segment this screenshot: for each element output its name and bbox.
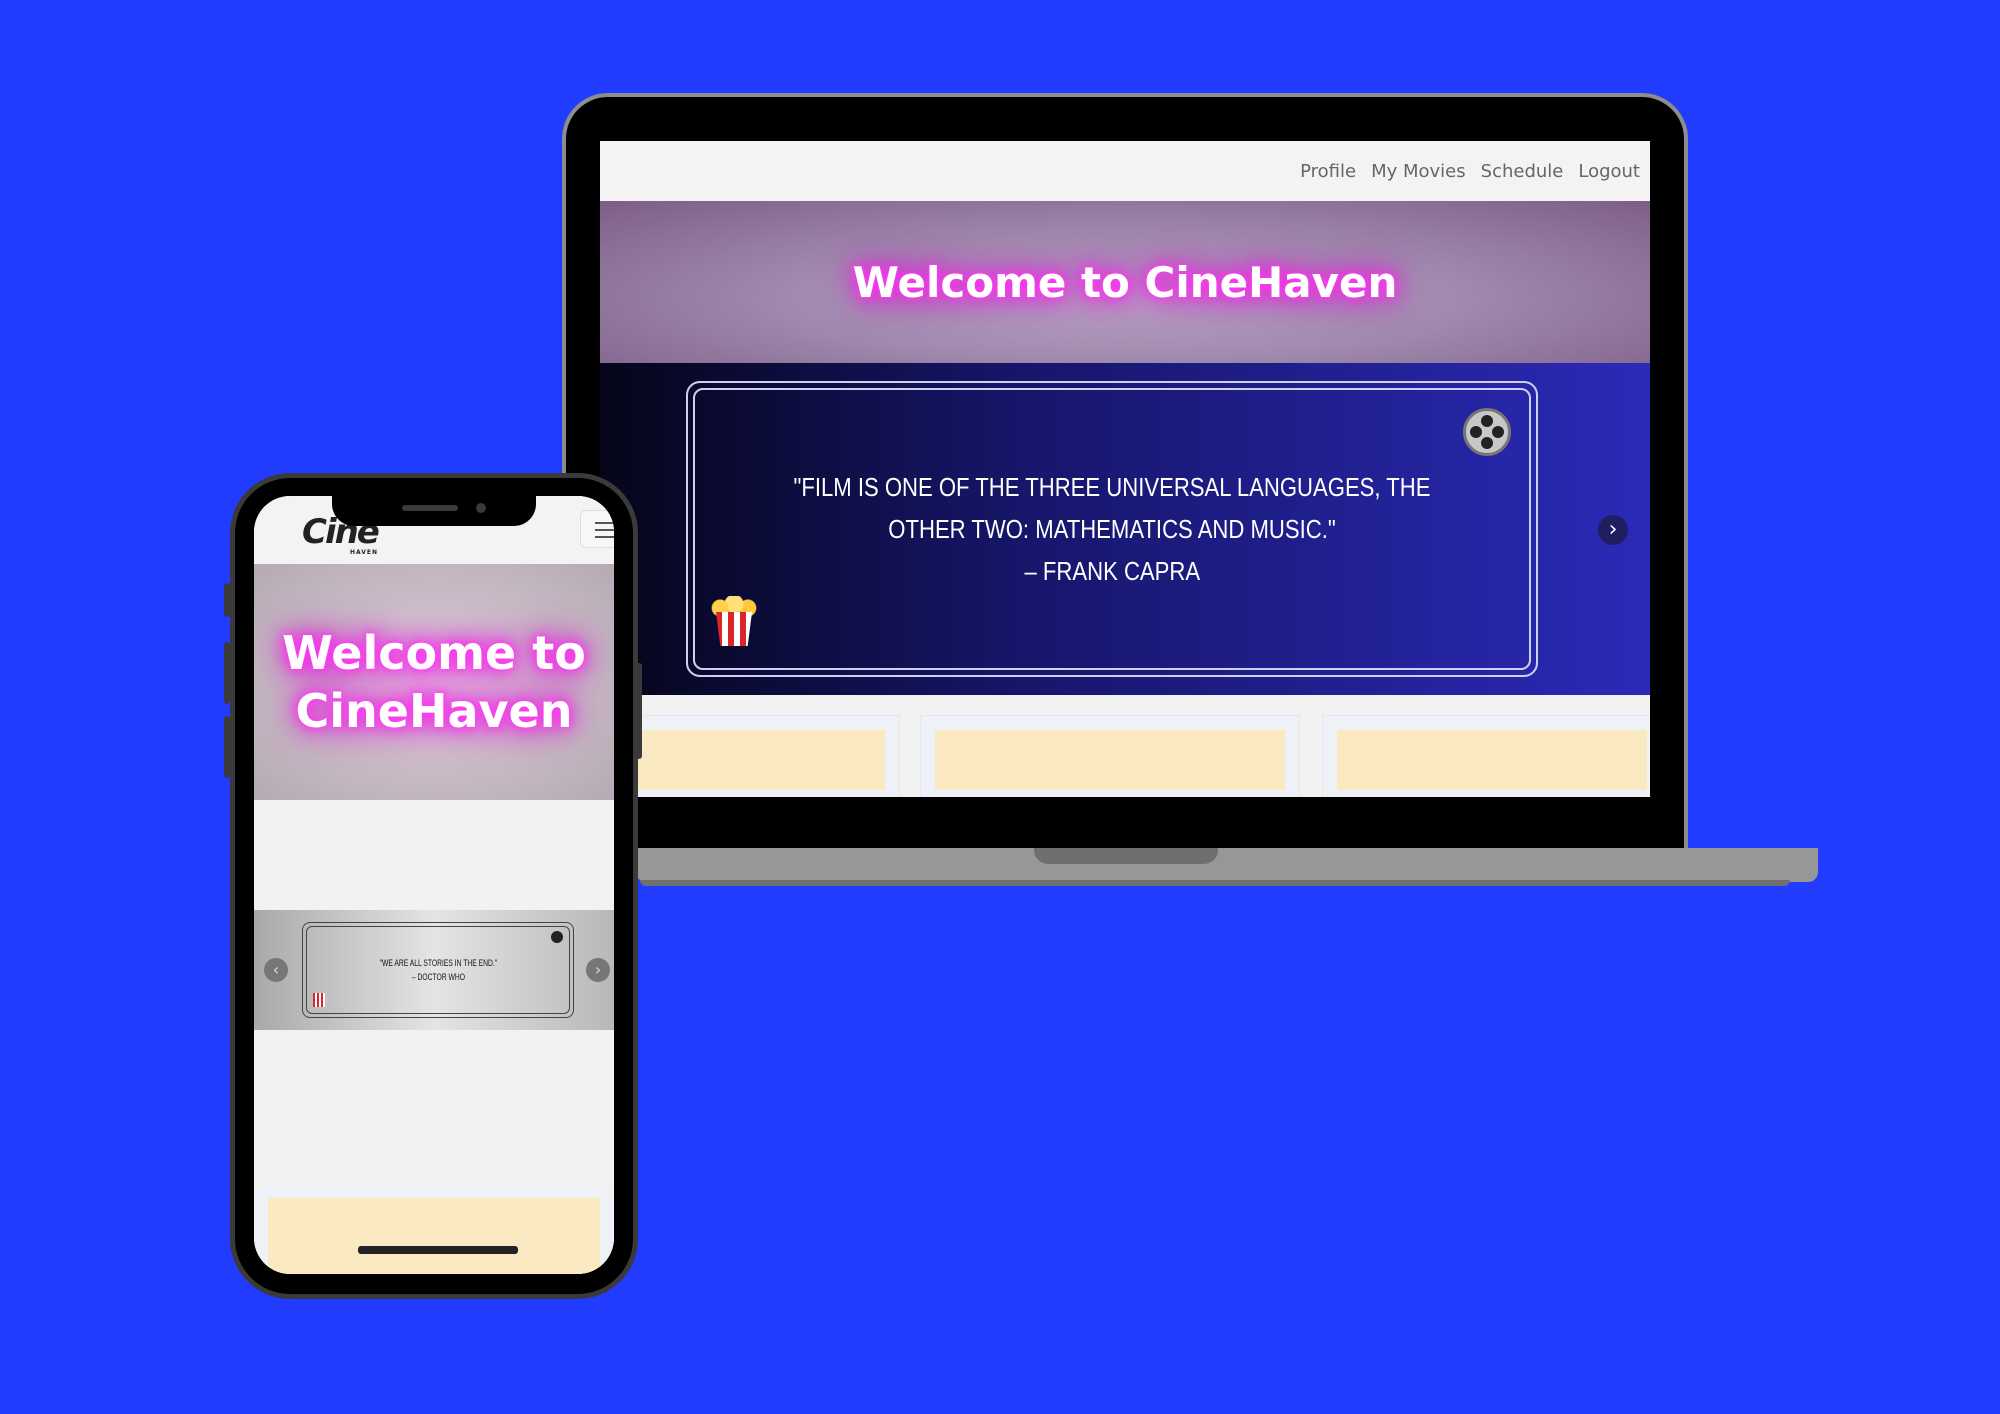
desktop-hero: Welcome to CineHaven — [600, 201, 1650, 363]
phone-button — [224, 583, 230, 617]
hero-title: Welcome to CineHaven — [852, 257, 1398, 307]
logo-sub: HAVEN — [350, 549, 379, 556]
chevron-left-icon[interactable]: ‹ — [264, 958, 288, 982]
phone-speaker — [402, 505, 458, 511]
chevron-right-icon[interactable]: › — [586, 958, 610, 982]
quote-carousel: "Film is one of the three universal lang… — [600, 363, 1650, 695]
mobile-hero-title: Welcome to CineHaven — [282, 624, 586, 740]
mobile-screen: Cine HAVEN Welcome to CineHaven ‹ "We ar… — [254, 496, 614, 1274]
phone-camera — [476, 503, 486, 513]
mobile-quote-author: – Doctor Who — [411, 972, 465, 982]
hero-line-2: CineHaven — [295, 684, 573, 738]
phone-button — [636, 663, 642, 759]
mobile-hero: Welcome to CineHaven — [254, 564, 614, 800]
film-reel-icon — [551, 931, 563, 943]
quote-card: "Film is one of the three universal lang… — [693, 388, 1531, 670]
quote-author: – Frank Capra — [1024, 556, 1200, 586]
laptop-notch — [1034, 848, 1218, 864]
movie-card[interactable] — [1322, 715, 1650, 797]
mobile-quote-card: "We are all stories in the end." – Docto… — [306, 926, 570, 1014]
mobile-quote-text: "We are all stories in the end." — [379, 958, 497, 968]
nav-logout[interactable]: Logout — [1578, 161, 1640, 182]
mobile-quote-frame: "We are all stories in the end." – Docto… — [302, 922, 574, 1018]
nav-profile[interactable]: Profile — [1300, 161, 1356, 182]
movie-card[interactable] — [600, 715, 900, 797]
desktop-nav: Profile My Movies Schedule Logout — [600, 141, 1650, 201]
mobile-quote-carousel: ‹ "We are all stories in the end." – Doc… — [254, 910, 614, 1030]
phone-button — [224, 642, 230, 704]
popcorn-icon — [313, 993, 325, 1007]
phone-button — [224, 716, 230, 778]
movie-card[interactable] — [920, 715, 1300, 797]
quote-frame: "Film is one of the three universal lang… — [686, 381, 1538, 677]
carousel-next-button[interactable]: › — [1598, 515, 1628, 545]
film-reel-icon — [1463, 408, 1511, 456]
popcorn-icon — [711, 596, 757, 646]
desktop-screen: Profile My Movies Schedule Logout Welcom… — [600, 141, 1650, 797]
nav-my-movies[interactable]: My Movies — [1371, 161, 1466, 182]
hamburger-icon[interactable] — [580, 510, 614, 548]
nav-schedule[interactable]: Schedule — [1481, 161, 1564, 182]
mobile-movie-card[interactable] — [254, 1186, 614, 1274]
quote-text: "Film is one of the three universal lang… — [793, 472, 1431, 544]
hero-line-1: Welcome to — [282, 626, 586, 680]
laptop-base-shadow — [640, 880, 1790, 886]
movie-cards — [600, 695, 1650, 797]
laptop-base — [636, 848, 1818, 882]
